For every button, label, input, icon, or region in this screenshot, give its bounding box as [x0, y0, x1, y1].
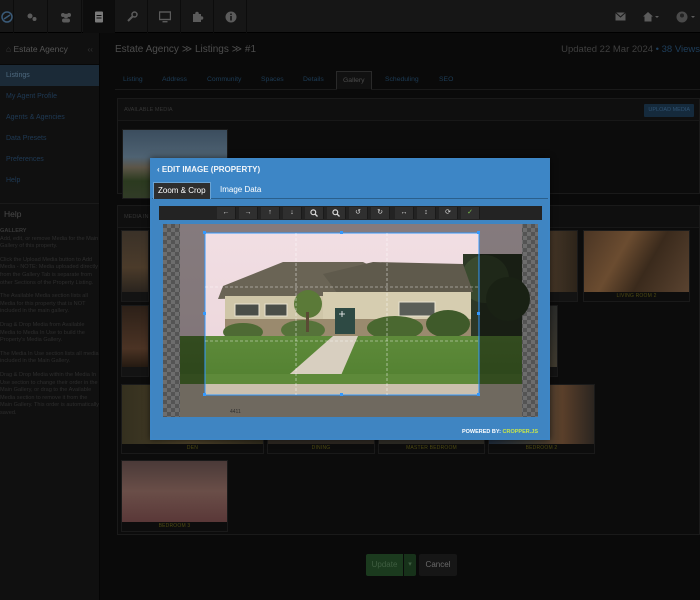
home-icon[interactable]	[636, 0, 666, 33]
sidebar-title: Estate Agency	[13, 44, 68, 54]
media-caption: MASTER BEDROOM	[379, 444, 484, 453]
media-caption: BEDROOM 3	[122, 522, 227, 531]
help-paragraph: The Available Media section lists all Me…	[0, 293, 88, 315]
sidebar-item-agent-profile[interactable]: My Agent Profile	[0, 86, 99, 107]
property-photo: 4411	[163, 224, 538, 417]
crop-toolbar: ← → ↑ ↓ ↺ ↻ ↔ ↕ ⟳ ✓	[159, 206, 542, 220]
update-dropdown-toggle[interactable]: ▾	[404, 554, 416, 576]
tab-community[interactable]: Community	[207, 71, 241, 90]
zoom-out-icon[interactable]	[327, 207, 346, 219]
sidebar-item-data-presets[interactable]: Data Presets	[0, 128, 99, 149]
mail-icon[interactable]	[608, 0, 632, 33]
tab-details[interactable]: Details	[303, 71, 324, 90]
available-media-title: AVAILABLE MEDIA	[124, 107, 173, 113]
modal-body: ← → ↑ ↓ ↺ ↻ ↔ ↕ ⟳ ✓ POWERED BY: CROPPER.…	[152, 199, 548, 438]
rotate-right-icon[interactable]: ↻	[371, 207, 390, 219]
tab-scheduling[interactable]: Scheduling	[385, 71, 419, 90]
help-text: GALLERY Add, edit, or remove Media for th…	[0, 223, 99, 417]
crop-canvas[interactable]: 4411	[163, 224, 538, 417]
media-thumbnail[interactable]: LIVING ROOM 2	[583, 230, 690, 302]
move-left-icon[interactable]: ←	[217, 207, 236, 219]
help-heading: GALLERY	[0, 228, 27, 234]
cropper-link[interactable]: CROPPER.JS	[503, 429, 538, 435]
media-thumbnail[interactable]	[121, 305, 149, 377]
media-caption: DEN	[122, 444, 263, 453]
views-count[interactable]: • 38 Views	[656, 44, 700, 55]
help-paragraph: The Media In Use section lists all media…	[0, 350, 99, 365]
edit-image-modal: ‹ EDIT IMAGE (PROPERTY) Zoom & Crop Imag…	[150, 158, 550, 440]
media-thumbnail[interactable]: BEDROOM 3	[121, 460, 228, 532]
flip-horizontal-icon[interactable]: ↔	[395, 207, 414, 219]
media-caption: DINING	[268, 444, 374, 453]
cancel-button[interactable]: Cancel	[419, 554, 457, 576]
sidebar-item-help[interactable]: Help	[0, 170, 99, 191]
gears-icon[interactable]	[16, 0, 48, 33]
puzzle-icon[interactable]	[182, 0, 214, 33]
help-paragraph: Add, edit, or remove Media for the Main …	[0, 235, 99, 250]
modal-tabs: Zoom & Crop Image Data	[152, 182, 548, 199]
tab-gallery[interactable]: Gallery	[336, 71, 372, 90]
sidebar-item-agents-agencies[interactable]: Agents & Agencies	[0, 107, 99, 128]
help-title: Help	[0, 203, 99, 223]
move-up-icon[interactable]: ↑	[261, 207, 280, 219]
tab-address[interactable]: Address	[162, 71, 187, 90]
tab-listing[interactable]: Listing	[123, 71, 143, 90]
flip-vertical-icon[interactable]: ↕	[417, 207, 436, 219]
reset-icon[interactable]: ⟳	[439, 207, 458, 219]
sidebar-header: ⌂ Estate Agency ‹‹	[0, 33, 99, 65]
tab-image-data[interactable]: Image Data	[216, 182, 265, 199]
help-paragraph: Drag & Drop Media within the Media In Us…	[0, 371, 99, 416]
logo-icon[interactable]	[0, 0, 14, 33]
help-paragraph: Drag & Drop Media from Available Media t…	[0, 321, 85, 344]
media-caption: BEDROOM 2	[489, 444, 594, 453]
upload-media-button[interactable]: UPLOAD MEDIA	[644, 104, 694, 117]
top-navbar	[0, 0, 700, 33]
sidebar-item-preferences[interactable]: Preferences	[0, 149, 99, 170]
tab-spaces[interactable]: Spaces	[261, 71, 284, 90]
collapse-icon[interactable]: ‹‹	[87, 33, 93, 65]
user-icon[interactable]	[672, 0, 700, 33]
document-icon[interactable]	[83, 0, 115, 33]
updated-status: Updated 22 Mar 2024 • 38 Views	[561, 44, 700, 55]
media-caption: LIVING ROOM 2	[584, 292, 689, 301]
tab-seo[interactable]: SEO	[439, 71, 453, 90]
powered-by-label: POWERED BY: CROPPER.JS	[462, 429, 538, 435]
powered-by-text: POWERED BY:	[461, 429, 501, 435]
listing-tabs: Listing Address Community Spaces Details…	[115, 68, 700, 90]
tab-zoom-crop[interactable]: Zoom & Crop	[153, 182, 211, 199]
wrench-icon[interactable]	[116, 0, 148, 33]
help-paragraph: Click the Upload Media button to Add Med…	[0, 256, 98, 286]
zoom-in-icon[interactable]	[305, 207, 324, 219]
breadcrumb: Estate Agency ≫ Listings ≫ #1	[115, 44, 257, 55]
sidebar: ⌂ Estate Agency ‹‹ Listings My Agent Pro…	[0, 33, 100, 600]
updated-date: Updated 22 Mar 2024	[561, 44, 654, 55]
monitor-icon[interactable]	[149, 0, 181, 33]
sidebar-item-listings[interactable]: Listings	[0, 65, 99, 86]
info-icon[interactable]	[215, 0, 247, 33]
modal-title[interactable]: ‹ EDIT IMAGE (PROPERTY)	[157, 165, 260, 174]
home-icon: ⌂	[6, 44, 14, 54]
update-button[interactable]: Update	[366, 554, 403, 576]
rotate-left-icon[interactable]: ↺	[349, 207, 368, 219]
media-thumbnail[interactable]	[121, 230, 149, 302]
apply-icon[interactable]: ✓	[461, 207, 480, 219]
move-down-icon[interactable]: ↓	[283, 207, 302, 219]
move-right-icon[interactable]: →	[239, 207, 258, 219]
users-icon[interactable]	[50, 0, 82, 33]
available-media-header: AVAILABLE MEDIA UPLOAD MEDIA	[118, 99, 699, 121]
